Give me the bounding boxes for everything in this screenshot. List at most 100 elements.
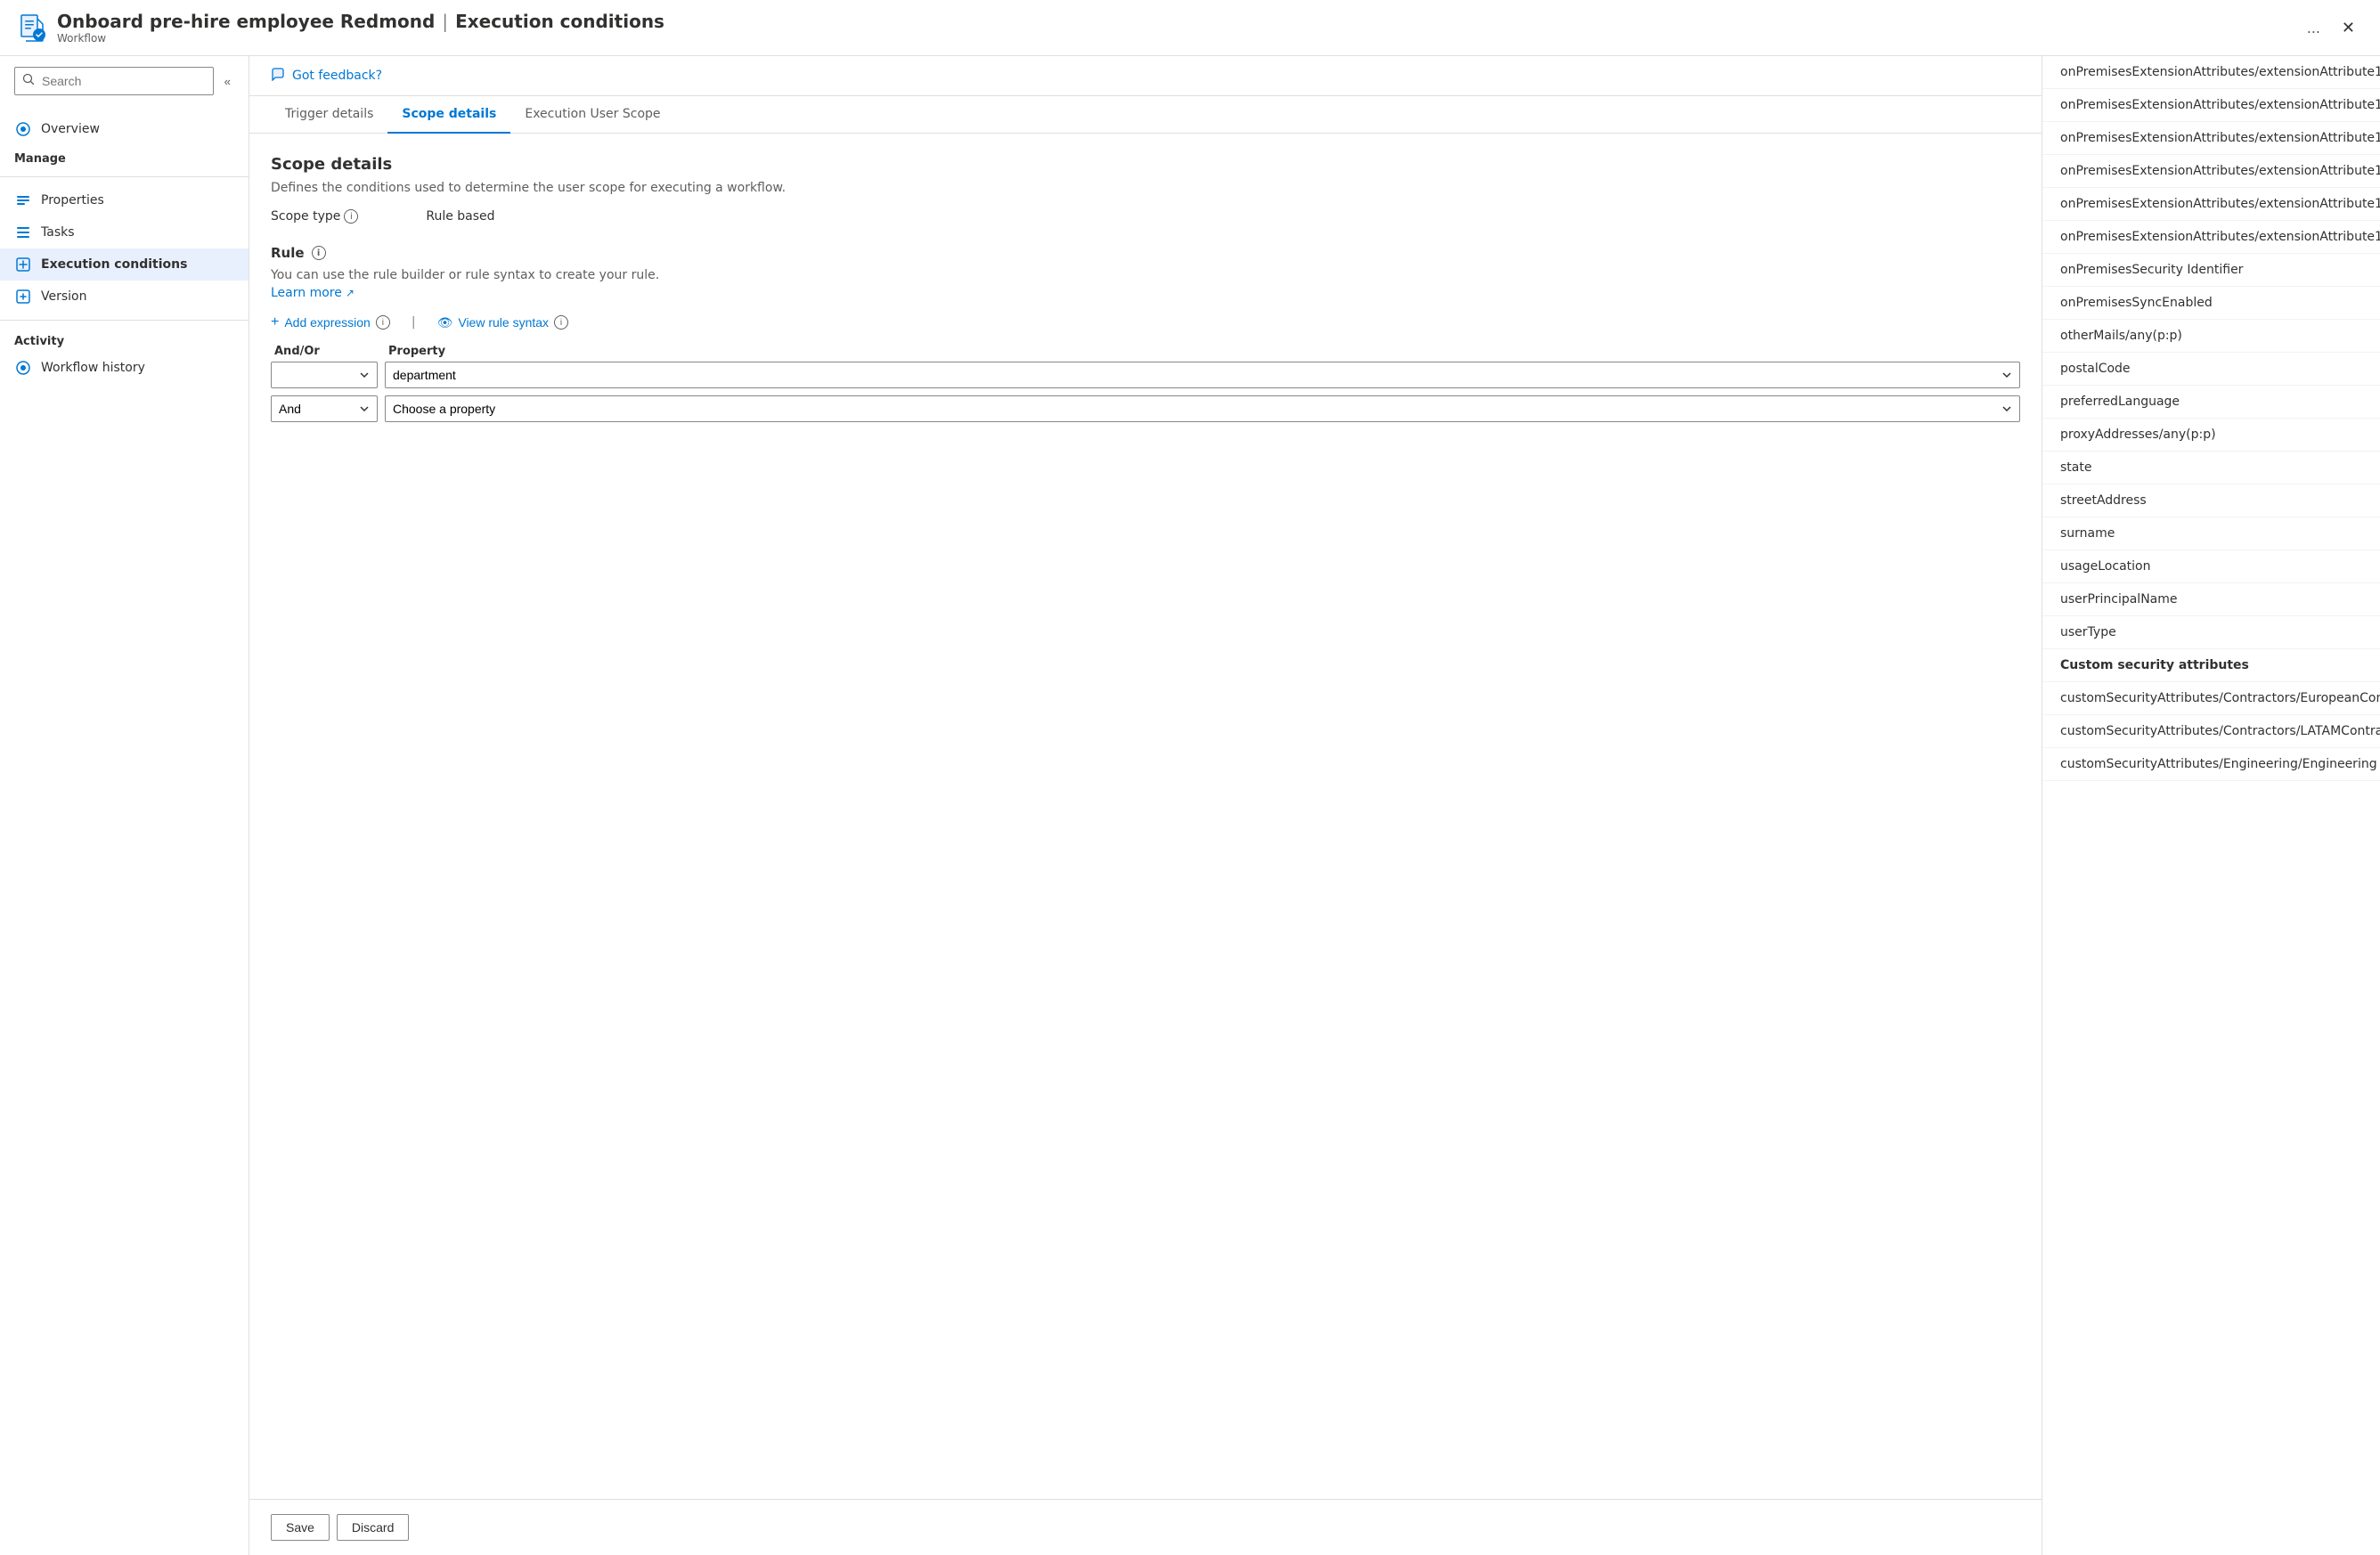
scope-type-row: Scope type i Rule based — [271, 209, 2020, 224]
panel-footer: Save Discard — [249, 1499, 2042, 1555]
dropdown-item-0[interactable]: onPremisesExtensionAttributes/extensionA… — [2042, 56, 2380, 89]
add-expression-button[interactable]: + Add expression i — [271, 314, 390, 330]
sidebar-item-overview[interactable]: Overview — [0, 113, 249, 145]
learn-more-link[interactable]: Learn more ↗ — [271, 286, 355, 300]
rule-info-icon[interactable]: i — [312, 246, 326, 260]
activity-divider — [0, 320, 249, 321]
sidebar-label-version: Version — [41, 289, 86, 304]
scope-type-label: Scope type i — [271, 209, 358, 224]
add-icon: + — [271, 314, 279, 330]
tab-execution-user-scope[interactable]: Execution User Scope — [510, 96, 674, 134]
execution-conditions-icon — [14, 256, 32, 273]
dropdown-item-16[interactable]: userPrincipalName — [2042, 583, 2380, 616]
view-rule-syntax-button[interactable]: 👁 View rule syntax i — [437, 315, 568, 330]
property-dropdown-panel: onPremisesExtensionAttributes/extensionA… — [2042, 56, 2380, 1555]
dropdown-item-21[interactable]: customSecurityAttributes/Engineering/Eng… — [2042, 748, 2380, 781]
dropdown-item-4[interactable]: onPremisesExtensionAttributes/extensionA… — [2042, 188, 2380, 221]
dropdown-item-9[interactable]: postalCode — [2042, 353, 2380, 386]
external-link-icon: ↗ — [346, 287, 355, 299]
search-icon — [22, 73, 35, 89]
main-layout: « Overview Manage — [0, 56, 2380, 1555]
discard-button[interactable]: Discard — [337, 1514, 409, 1541]
version-icon — [14, 288, 32, 305]
sidebar-item-workflow-history[interactable]: Workflow history — [0, 352, 249, 384]
panel-content: Scope details Defines the conditions use… — [249, 134, 2042, 1499]
sidebar-search-area: « — [0, 56, 249, 106]
sidebar-label-workflow-history: Workflow history — [41, 361, 145, 375]
tab-scope-details[interactable]: Scope details — [387, 96, 510, 134]
sidebar-item-properties[interactable]: Properties — [0, 184, 249, 216]
andor-select-2[interactable]: And Or — [271, 395, 378, 422]
dropdown-item-6[interactable]: onPremisesSecurity Identifier — [2042, 254, 2380, 287]
tab-trigger-details[interactable]: Trigger details — [271, 96, 387, 134]
manage-section-label: Manage — [0, 145, 249, 169]
scope-type-value: Rule based — [426, 209, 494, 224]
rule-actions: + Add expression i | 👁 View rule syntax … — [271, 314, 2020, 330]
view-syntax-info-icon[interactable]: i — [554, 315, 568, 330]
dropdown-item-7[interactable]: onPremisesSyncEnabled — [2042, 287, 2380, 320]
collapse-icon: « — [224, 75, 231, 88]
sidebar-item-execution-conditions[interactable]: Execution conditions — [0, 248, 249, 281]
manage-divider — [0, 176, 249, 177]
header-actions: ... ✕ — [2300, 15, 2362, 41]
sidebar-label-tasks: Tasks — [41, 225, 75, 240]
dropdown-item-20[interactable]: customSecurityAttributes/Contractors/LAT… — [2042, 715, 2380, 748]
rule-row-2: And Or Choose a property — [271, 395, 2020, 422]
close-button[interactable]: ✕ — [2335, 15, 2362, 41]
feedback-link[interactable]: Got feedback? — [292, 69, 382, 83]
dropdown-item-5[interactable]: onPremisesExtensionAttributes/extensionA… — [2042, 221, 2380, 254]
header-separator: | — [442, 11, 448, 32]
collapse-sidebar-button[interactable]: « — [221, 71, 234, 92]
sidebar-label-properties: Properties — [41, 193, 104, 208]
sidebar-item-version[interactable]: Version — [0, 281, 249, 313]
dropdown-section-18: Custom security attributes — [2042, 649, 2380, 682]
scope-description: Defines the conditions used to determine… — [271, 181, 2020, 195]
sidebar-item-tasks[interactable]: Tasks — [0, 216, 249, 248]
property-select-2[interactable]: Choose a property — [385, 395, 2020, 422]
andor-column-header: And/Or — [274, 345, 381, 358]
dropdown-item-2[interactable]: onPremisesExtensionAttributes/extensionA… — [2042, 122, 2380, 155]
activity-section-label: Activity — [0, 328, 249, 352]
search-box[interactable] — [14, 67, 214, 95]
header: Onboard pre-hire employee Redmond | Exec… — [0, 0, 2380, 56]
history-icon — [14, 359, 32, 377]
document-icon — [18, 13, 46, 42]
dropdown-item-3[interactable]: onPremisesExtensionAttributes/extensionA… — [2042, 155, 2380, 188]
dropdown-item-11[interactable]: proxyAddresses/any(p:p) — [2042, 419, 2380, 452]
save-button[interactable]: Save — [271, 1514, 330, 1541]
feedback-bar: Got feedback? — [249, 56, 2042, 96]
feedback-icon — [271, 67, 285, 85]
property-select-1[interactable]: department — [385, 362, 2020, 388]
dropdown-item-12[interactable]: state — [2042, 452, 2380, 484]
app-container: Onboard pre-hire employee Redmond | Exec… — [0, 0, 2380, 1555]
search-input[interactable] — [42, 74, 206, 88]
view-syntax-icon: 👁 — [437, 315, 453, 330]
workflow-title: Onboard pre-hire employee Redmond — [57, 11, 435, 32]
dropdown-item-8[interactable]: otherMails/any(p:p) — [2042, 320, 2380, 353]
andor-select-1[interactable]: And Or — [271, 362, 378, 388]
scope-type-info-icon[interactable]: i — [344, 209, 358, 224]
property-column-header: Property — [388, 345, 2017, 358]
scope-details-title: Scope details — [271, 155, 2020, 174]
dropdown-item-19[interactable]: customSecurityAttributes/Contractors/Eur… — [2042, 682, 2380, 715]
header-subtitle: Workflow — [57, 32, 2300, 45]
more-button[interactable]: ... — [2300, 15, 2327, 41]
content-area: Got feedback? Trigger details Scope deta… — [249, 56, 2042, 1555]
sidebar-label-execution-conditions: Execution conditions — [41, 257, 187, 272]
rule-row-1: And Or department — [271, 362, 2020, 388]
property-list: onPremisesExtensionAttributes/extensionA… — [2042, 56, 2380, 781]
page-title: Execution conditions — [455, 11, 664, 32]
tasks-icon — [14, 224, 32, 241]
dropdown-item-13[interactable]: streetAddress — [2042, 484, 2380, 517]
sidebar-item-label-overview: Overview — [41, 122, 100, 136]
dropdown-item-1[interactable]: onPremisesExtensionAttributes/extensionA… — [2042, 89, 2380, 122]
rule-label: Rule — [271, 245, 305, 261]
dropdown-item-10[interactable]: preferredLanguage — [2042, 386, 2380, 419]
dropdown-item-17[interactable]: userType — [2042, 616, 2380, 649]
rule-table-header: And/Or Property — [271, 345, 2020, 358]
dropdown-item-15[interactable]: usageLocation — [2042, 550, 2380, 583]
dropdown-item-14[interactable]: surname — [2042, 517, 2380, 550]
add-expression-info-icon[interactable]: i — [376, 315, 390, 330]
rule-description: You can use the rule builder or rule syn… — [271, 268, 2020, 282]
rule-header: Rule i — [271, 245, 2020, 261]
